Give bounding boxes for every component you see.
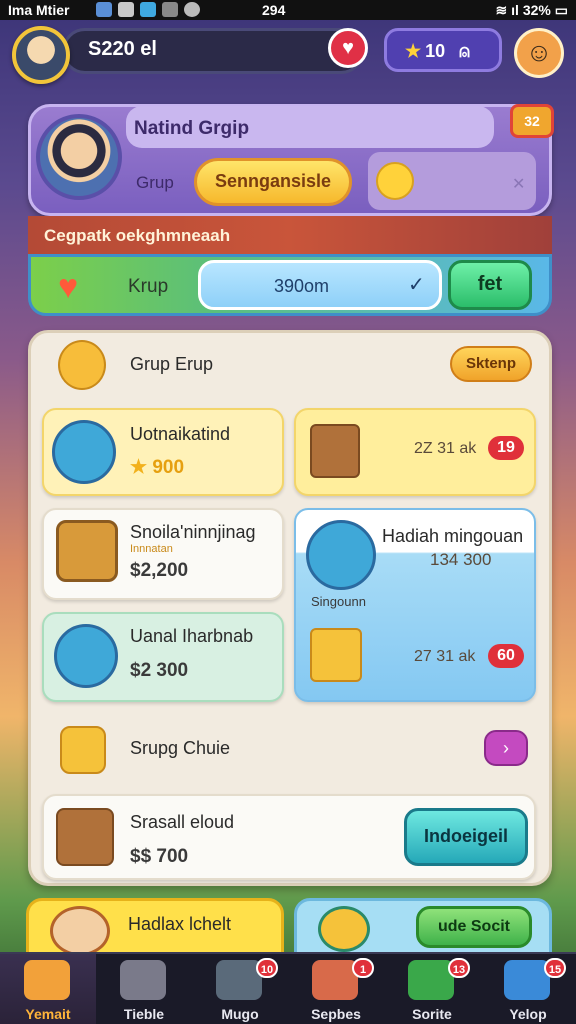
horn-icon xyxy=(54,624,118,688)
card-value: ★ 900 xyxy=(130,457,185,478)
cabinet-icon xyxy=(120,960,166,1000)
box-icon xyxy=(56,808,114,866)
star-count: 10 xyxy=(425,41,446,61)
emoji-button[interactable]: ☺ xyxy=(514,28,564,78)
next-button[interactable]: › xyxy=(484,730,528,766)
nav-item-table[interactable]: Tieble xyxy=(96,954,192,1024)
group-label: Grup xyxy=(136,173,174,192)
tablet-icon xyxy=(56,520,118,582)
image-icon xyxy=(118,2,134,17)
profile-name: Natind Grgip xyxy=(134,118,250,139)
go-button[interactable]: fet xyxy=(448,260,532,310)
profile-avatar[interactable] xyxy=(36,114,122,200)
nav-badge: 1 xyxy=(352,958,374,978)
nav-badge: 13 xyxy=(448,958,470,978)
mask-icon xyxy=(58,340,106,390)
star-icon: ★ xyxy=(405,41,422,61)
star-counter[interactable]: ★ 10 ⍝ xyxy=(384,28,502,72)
heart-icon: ♥ xyxy=(58,268,79,306)
status-time: 294 xyxy=(262,2,286,18)
card-meta: 2Z 31 ak xyxy=(414,440,477,457)
gold-crate-icon xyxy=(310,628,362,682)
card-title: Uotnaikatind xyxy=(130,424,231,444)
crate-icon xyxy=(310,424,360,478)
notification-icon xyxy=(96,2,112,17)
nav-item-home[interactable]: Yemait xyxy=(0,954,96,1024)
check-icon: ✓ xyxy=(408,274,425,296)
nav-label: Yemait xyxy=(25,1006,71,1022)
nav-item-sepbes[interactable]: 1 Sepbes xyxy=(288,954,384,1024)
player-avatar[interactable] xyxy=(12,26,70,84)
card-value: $2 300 xyxy=(130,660,189,681)
card-value: $2,200 xyxy=(130,560,189,581)
card-title: Uanal Iharbnab xyxy=(130,626,254,646)
portrait-icon xyxy=(52,420,116,484)
settings-icon xyxy=(184,2,200,17)
nav-label: Sorite xyxy=(412,1006,452,1022)
count-badge: 60 xyxy=(488,644,524,668)
panel-header-button[interactable]: Sktenp xyxy=(450,346,532,382)
nav-label: Tieble xyxy=(123,1006,165,1022)
chevron-right-icon: › xyxy=(503,738,509,758)
search-label: Krup xyxy=(128,276,169,297)
card-title: Snoila'ninnjinag xyxy=(130,522,256,542)
bonus-button[interactable]: ude Socit xyxy=(416,906,532,948)
nav-badge: 10 xyxy=(256,958,278,978)
offer-button[interactable]: Indoeigeil xyxy=(404,808,528,866)
card-subtitle: Innnatan xyxy=(130,543,173,555)
helmet-icon xyxy=(60,726,106,774)
bell-icon: ⍝ xyxy=(459,41,470,61)
nav-item-mugo[interactable]: 10 Mugo xyxy=(192,954,288,1024)
app-icon xyxy=(140,2,156,17)
money-amount: S220 el xyxy=(88,38,157,60)
nav-item-sorite[interactable]: 13 Sorite xyxy=(384,954,480,1024)
lemon-icon xyxy=(376,162,414,200)
close-icon[interactable]: ✕ xyxy=(512,174,525,194)
battery-icon: ▭ xyxy=(550,2,568,18)
status-bar: Ima Mtier 294 ≋ ıl 32% ▭ xyxy=(0,0,576,20)
card-label: Singounn xyxy=(311,594,366,609)
heart-icon: ♥ xyxy=(342,37,354,59)
status-icons xyxy=(96,2,200,17)
star-icon: ★ xyxy=(130,457,153,478)
nav-label: Sepbes xyxy=(311,1006,361,1022)
row-label: Srupg Chuie xyxy=(130,738,231,758)
card-title: Srasall eloud xyxy=(130,812,235,832)
count-badge: 19 xyxy=(488,436,524,460)
panel-header-label: Grup Erup xyxy=(130,354,214,374)
card-value: 134 300 xyxy=(430,550,492,569)
gold-action-button[interactable]: Senngansisle xyxy=(194,158,352,206)
heart-button[interactable]: ♥ xyxy=(328,28,368,68)
smiley-icon: ☺ xyxy=(525,37,553,67)
shield-icon xyxy=(318,906,370,952)
home-icon xyxy=(24,960,70,1000)
bottom-nav: Yemait Tieble 10 Mugo 1 Sepbes 13 Sorite… xyxy=(0,952,576,1024)
nav-label: Mugo xyxy=(221,1006,259,1022)
card-title: Hadiah mingouan xyxy=(382,526,524,546)
photo-icon xyxy=(162,2,178,17)
character-icon xyxy=(50,906,110,956)
card-meta: 27 31 ak xyxy=(414,648,476,665)
bonus-title: Hadlax lchelt xyxy=(128,914,232,934)
status-battery: ≋ ıl 32% ▭ xyxy=(496,2,568,19)
nav-badge: 15 xyxy=(544,958,566,978)
gift-icon xyxy=(306,520,376,590)
search-value: 390om xyxy=(274,276,330,296)
nav-label: Yelop xyxy=(509,1006,547,1022)
info-stripe-text: Cegpatk oekghmneaah xyxy=(44,226,231,245)
card-value: $$ 700 xyxy=(130,846,189,867)
wifi-icon: ≋ ıl xyxy=(495,2,523,18)
status-carrier: Ima Mtier xyxy=(8,2,70,18)
battery-percent: 32% xyxy=(522,2,551,18)
nav-item-yelop[interactable]: 15 Yelop xyxy=(480,954,576,1024)
corner-badge[interactable]: 32 xyxy=(510,104,554,138)
